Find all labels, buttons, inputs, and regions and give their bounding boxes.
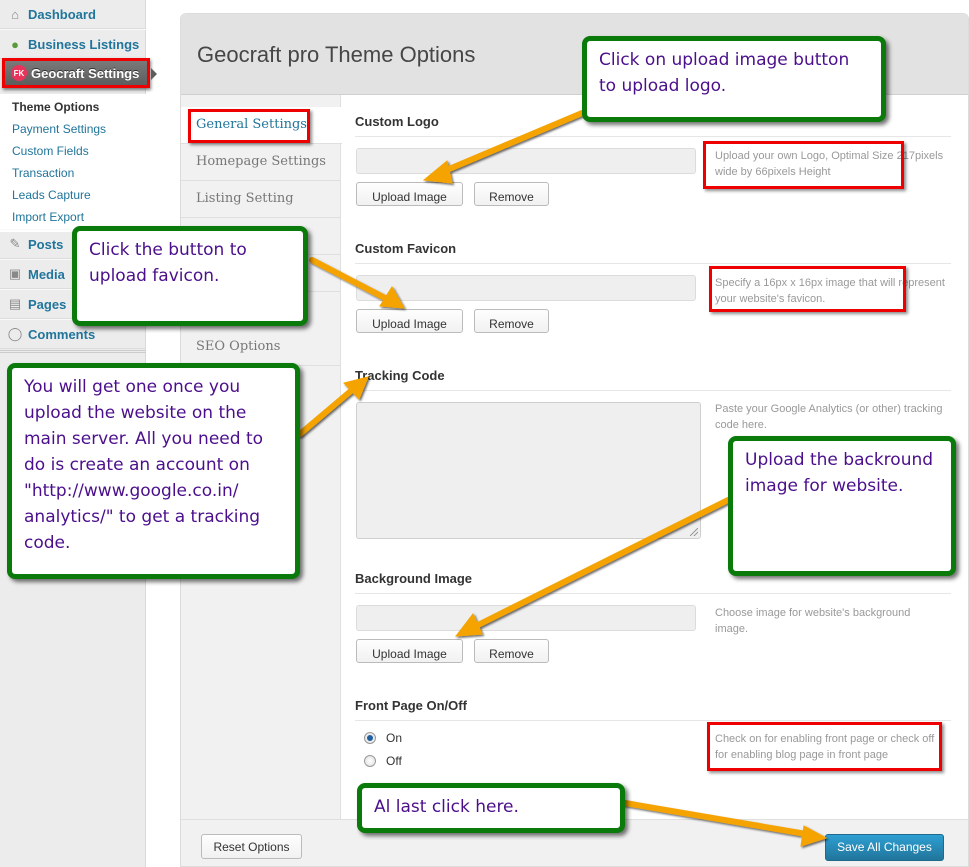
submenu-transaction[interactable]: Transaction — [0, 162, 146, 184]
pushpin-icon: ✎ — [9, 236, 21, 251]
divider — [355, 263, 951, 264]
comment-bubble-icon: ◯ — [7, 326, 23, 341]
background-image-field[interactable] — [356, 605, 696, 631]
callout-logo: Click on upload image button to upload l… — [582, 36, 886, 122]
custom-logo-title: Custom Logo — [355, 114, 439, 129]
map-pin-icon: ● — [11, 36, 19, 52]
submenu-leads-capture[interactable]: Leads Capture — [0, 184, 146, 206]
custom-favicon-field[interactable] — [356, 275, 696, 301]
submenu-theme-options[interactable]: Theme Options — [0, 96, 146, 118]
page-title: Geocraft pro Theme Options — [197, 42, 476, 67]
front-page-on-option[interactable]: On — [364, 731, 402, 745]
menu-separator — [0, 350, 146, 353]
geocraft-submenu: Theme Options Payment Settings Custom Fi… — [0, 94, 146, 232]
current-menu-pointer — [151, 68, 157, 80]
screen: ⌂ Dashboard ● Business Listings FK Geocr… — [0, 0, 969, 867]
tab-homepage-settings[interactable]: Homepage Settings — [181, 144, 341, 181]
custom-favicon-remove-button[interactable]: Remove — [474, 309, 549, 333]
divider — [355, 720, 951, 721]
sidebar-item-business-listings[interactable]: ● Business Listings — [0, 29, 146, 59]
submenu-custom-fields[interactable]: Custom Fields — [0, 140, 146, 162]
divider — [355, 136, 951, 137]
submenu-import-export[interactable]: Import Export — [0, 206, 146, 228]
background-image-upload-button[interactable]: Upload Image — [356, 639, 463, 663]
save-all-changes-button[interactable]: Save All Changes — [825, 834, 944, 861]
callout-favicon: Click the button to upload favicon. — [72, 226, 308, 326]
custom-favicon-help: Specify a 16px x 16px image that will re… — [715, 277, 945, 305]
callout-tracking-code: You will get one once you upload the web… — [7, 363, 300, 579]
divider — [355, 593, 951, 594]
custom-logo-field[interactable] — [356, 148, 696, 174]
front-page-help: Check on for enabling front page or chec… — [715, 733, 935, 761]
media-icon: ▣ — [8, 266, 22, 281]
background-image-help: Choose image for website's background im… — [715, 607, 911, 635]
background-image-remove-button[interactable]: Remove — [474, 639, 549, 663]
tracking-code-title: Tracking Code — [355, 368, 445, 383]
radio-on-label: On — [386, 731, 403, 745]
tab-listing-setting[interactable]: Listing Setting — [181, 181, 341, 218]
callout-background: Upload the backround image for website. — [728, 436, 956, 576]
sidebar-item-dashboard[interactable]: ⌂ Dashboard — [0, 0, 146, 29]
front-page-off-option[interactable]: Off — [364, 754, 402, 768]
custom-favicon-upload-button[interactable]: Upload Image — [356, 309, 463, 333]
geocraft-logo-icon: FK — [11, 65, 27, 81]
front-page-title: Front Page On/Off — [355, 698, 467, 713]
custom-logo-remove-button[interactable]: Remove — [474, 182, 549, 206]
tab-general-settings[interactable]: General Settings — [181, 107, 342, 144]
divider — [355, 390, 951, 391]
reset-options-button[interactable]: Reset Options — [201, 834, 302, 859]
custom-logo-help: Upload your own Logo, Optimal Size 217pi… — [715, 150, 944, 178]
radio-on[interactable] — [364, 732, 376, 744]
sidebar-item-geocraft-settings[interactable]: FK Geocraft Settings — [2, 58, 150, 88]
callout-save: Al last click here. — [357, 783, 625, 833]
resize-grip-icon[interactable] — [690, 528, 698, 536]
pages-icon: ▤ — [8, 296, 22, 311]
tracking-code-help: Paste your Google Analytics (or other) t… — [715, 403, 943, 431]
home-icon: ⌂ — [11, 6, 19, 22]
background-image-title: Background Image — [355, 571, 473, 586]
tracking-code-textarea[interactable] — [356, 402, 701, 539]
custom-logo-upload-button[interactable]: Upload Image — [356, 182, 463, 206]
radio-off[interactable] — [364, 755, 376, 767]
radio-off-label: Off — [386, 754, 402, 768]
tab-seo-options[interactable]: SEO Options — [181, 329, 341, 366]
custom-favicon-title: Custom Favicon — [355, 241, 457, 256]
submenu-payment-settings[interactable]: Payment Settings — [0, 118, 146, 140]
